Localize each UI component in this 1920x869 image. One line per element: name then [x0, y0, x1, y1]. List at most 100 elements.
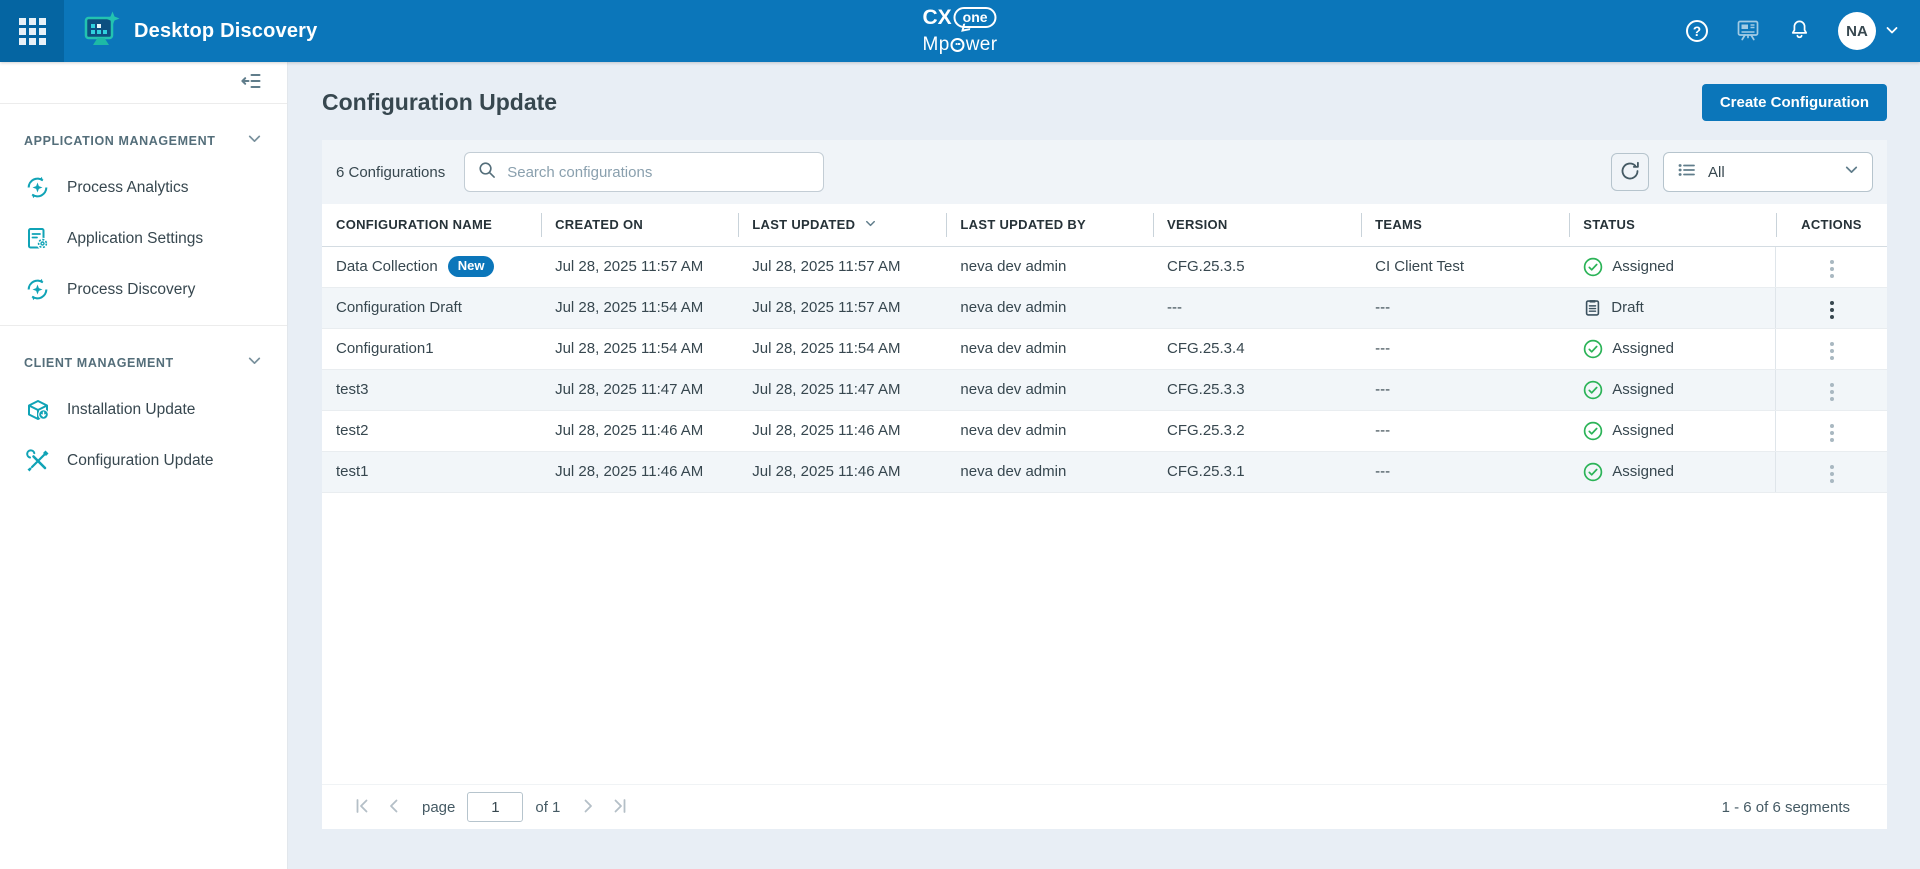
last-page-icon [610, 796, 630, 819]
search-box [464, 152, 824, 192]
cell-last-updated: Jul 28, 2025 11:47 AM [738, 369, 946, 410]
table-row[interactable]: Data CollectionNewJul 28, 2025 11:57 AMJ… [322, 246, 1887, 287]
next-page-button[interactable] [572, 796, 604, 819]
check-circle-icon [1583, 421, 1603, 441]
process-analytics-icon [24, 174, 51, 201]
table-toolbar: 6 Configurations [322, 140, 1887, 204]
refresh-button[interactable] [1611, 153, 1649, 191]
sidebar-item-label: Process Discovery [67, 281, 195, 299]
table-row[interactable]: Configuration DraftJul 28, 2025 11:54 AM… [322, 287, 1887, 328]
collapse-sidebar-button[interactable] [237, 67, 265, 98]
collapse-sidebar-icon [239, 69, 263, 96]
logo-mpower-left: Mp [922, 35, 949, 54]
row-actions-menu-button[interactable] [1822, 337, 1842, 365]
cell-last-updated-by: neva dev admin [946, 246, 1153, 287]
section-header-client-management[interactable]: CLIENT MANAGEMENT [0, 342, 287, 384]
app-launcher-grid-icon [19, 18, 46, 45]
notifications-button[interactable] [1788, 18, 1811, 44]
cell-created-on: Jul 28, 2025 11:46 AM [541, 451, 738, 492]
cell-last-updated: Jul 28, 2025 11:46 AM [738, 410, 946, 451]
page-number-input[interactable] [467, 792, 523, 822]
cell-last-updated-by: neva dev admin [946, 451, 1153, 492]
table-row[interactable]: test3Jul 28, 2025 11:47 AMJul 28, 2025 1… [322, 369, 1887, 410]
cell-created-on: Jul 28, 2025 11:54 AM [541, 328, 738, 369]
cell-created-on: Jul 28, 2025 11:54 AM [541, 287, 738, 328]
sidebar-item-process-discovery[interactable]: Process Discovery [0, 264, 287, 315]
sidebar-item-process-analytics[interactable]: Process Analytics [0, 162, 287, 213]
sidebar-section-application-management: APPLICATION MANAGEMENT [0, 104, 287, 315]
sidebar-item-configuration-update[interactable]: Configuration Update [0, 435, 287, 486]
logo-mpower-right: wer [966, 35, 998, 54]
check-circle-icon [1583, 339, 1603, 359]
sidebar-item-label: Process Analytics [67, 179, 188, 197]
cell-teams: --- [1361, 328, 1569, 369]
column-header-last-updated[interactable]: LAST UPDATED [738, 204, 946, 246]
cell-teams: --- [1361, 287, 1569, 328]
cell-configuration-name: Data CollectionNew [322, 246, 541, 287]
cell-last-updated: Jul 28, 2025 11:57 AM [738, 287, 946, 328]
column-header-version[interactable]: VERSION [1153, 204, 1361, 246]
help-button[interactable]: ? [1686, 20, 1708, 42]
cell-teams: CI Client Test [1361, 246, 1569, 287]
previous-page-button[interactable] [378, 796, 410, 819]
screen-share-button[interactable] [1735, 17, 1761, 46]
row-actions-menu-button[interactable] [1822, 378, 1842, 406]
row-actions-menu-button[interactable] [1822, 296, 1842, 324]
column-header-teams[interactable]: TEAMS [1361, 204, 1569, 246]
cell-last-updated: Jul 28, 2025 11:57 AM [738, 246, 946, 287]
cell-configuration-name: Configuration1 [322, 328, 541, 369]
table-row[interactable]: test2Jul 28, 2025 11:46 AMJul 28, 2025 1… [322, 410, 1887, 451]
first-page-button[interactable] [346, 796, 378, 819]
column-header-last-updated-by[interactable]: LAST UPDATED BY [946, 204, 1153, 246]
process-discovery-icon [24, 276, 51, 303]
cell-configuration-name: Configuration Draft [322, 287, 541, 328]
table-row[interactable]: test1Jul 28, 2025 11:46 AMJul 28, 2025 1… [322, 451, 1887, 492]
cell-teams: --- [1361, 451, 1569, 492]
page-title: Configuration Update [322, 89, 557, 116]
list-filter-icon [1676, 159, 1698, 186]
cell-actions [1776, 451, 1887, 492]
row-actions-menu-button[interactable] [1822, 255, 1842, 283]
user-avatar[interactable]: NA [1838, 12, 1876, 50]
create-configuration-button[interactable]: Create Configuration [1702, 84, 1887, 121]
last-page-button[interactable] [604, 796, 636, 819]
section-header-application-management[interactable]: APPLICATION MANAGEMENT [0, 120, 287, 162]
row-actions-menu-button[interactable] [1822, 460, 1842, 488]
cell-version: CFG.25.3.1 [1153, 451, 1361, 492]
sidebar-item-installation-update[interactable]: Installation Update [0, 384, 287, 435]
next-page-icon [578, 796, 598, 819]
search-input[interactable] [505, 163, 811, 182]
page-of-label: of 1 [535, 799, 560, 816]
left-navigation-sidebar: APPLICATION MANAGEMENT [0, 62, 288, 869]
configuration-update-icon [24, 447, 51, 474]
search-icon [477, 160, 496, 184]
user-menu-button[interactable] [1884, 22, 1900, 41]
sidebar-item-label: Application Settings [67, 230, 203, 248]
installation-update-icon [24, 396, 51, 423]
app-launcher-button[interactable] [0, 0, 64, 62]
page-label: page [422, 799, 455, 816]
cell-version: --- [1153, 287, 1361, 328]
cell-created-on: Jul 28, 2025 11:47 AM [541, 369, 738, 410]
column-header-configuration-name[interactable]: CONFIGURATION NAME [322, 204, 541, 246]
refresh-icon [1619, 160, 1641, 185]
column-header-created-on[interactable]: CREATED ON [541, 204, 738, 246]
cell-status: Assigned [1569, 328, 1776, 369]
sidebar-item-application-settings[interactable]: Application Settings [0, 213, 287, 264]
help-icon: ? [1686, 20, 1708, 42]
table-row[interactable]: Configuration1Jul 28, 2025 11:54 AMJul 2… [322, 328, 1887, 369]
clipboard-icon [1583, 298, 1602, 317]
column-header-status[interactable]: STATUS [1569, 204, 1776, 246]
application-settings-icon [24, 225, 51, 252]
cxone-mpower-logo: CX one Mp wer [922, 7, 997, 54]
cell-version: CFG.25.3.3 [1153, 369, 1361, 410]
check-circle-icon [1583, 380, 1603, 400]
previous-page-icon [384, 796, 404, 819]
cell-status: Draft [1569, 287, 1776, 328]
section-label: CLIENT MANAGEMENT [24, 356, 174, 370]
row-actions-menu-button[interactable] [1822, 419, 1842, 447]
cell-version: CFG.25.3.2 [1153, 410, 1361, 451]
column-header-actions[interactable]: ACTIONS [1776, 204, 1887, 246]
cell-actions [1776, 410, 1887, 451]
status-filter-dropdown[interactable]: All [1663, 152, 1873, 192]
